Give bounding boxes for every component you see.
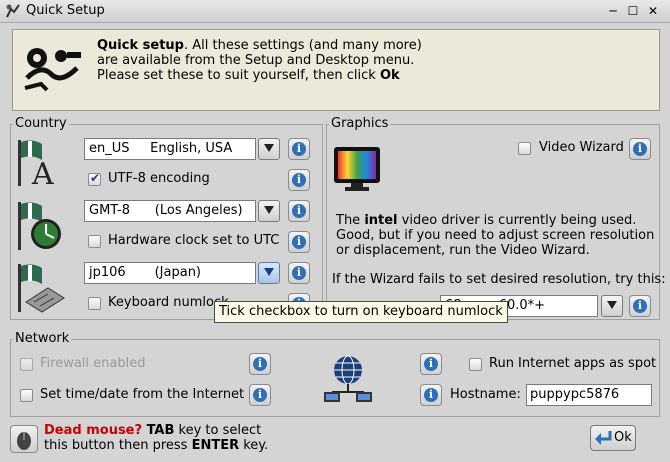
utf8-label: UTF-8 encoding bbox=[108, 171, 210, 186]
resolution-info-button[interactable]: i bbox=[629, 295, 651, 317]
video-wizard-label: Video Wizard bbox=[539, 140, 624, 155]
firewall-info-button[interactable]: i bbox=[249, 353, 271, 375]
hostname-input[interactable]: puppypc5876 bbox=[526, 384, 652, 406]
monitor-icon bbox=[333, 146, 381, 192]
minimize-button[interactable]: ─ bbox=[606, 4, 620, 18]
mouse-icon bbox=[17, 432, 31, 450]
window-title: Quick Setup bbox=[26, 3, 105, 18]
hwclock-info-button[interactable]: i bbox=[288, 231, 310, 253]
chevron-down-icon bbox=[264, 144, 274, 152]
locale-info-button[interactable]: i bbox=[288, 138, 310, 160]
video-wizard-info-button[interactable]: i bbox=[629, 138, 651, 160]
info-icon: i bbox=[424, 357, 438, 371]
dead-mouse-button[interactable] bbox=[10, 425, 38, 453]
locale-flag-icon: A bbox=[14, 138, 66, 192]
firewall-label: Firewall enabled bbox=[40, 356, 146, 371]
network-legend: Network bbox=[13, 331, 72, 346]
spot-info-button[interactable]: i bbox=[420, 353, 442, 375]
chevron-down-icon bbox=[607, 301, 617, 309]
numlock-label: Keyboard numlock bbox=[108, 295, 229, 310]
setup-tools-icon bbox=[21, 44, 85, 94]
chevron-down-icon bbox=[264, 268, 274, 276]
locale-dropdown-button[interactable] bbox=[258, 138, 280, 160]
info-icon: i bbox=[292, 173, 306, 187]
hostname-info-button[interactable]: i bbox=[420, 384, 442, 406]
numlock-checkbox[interactable] bbox=[88, 297, 101, 310]
info-icon: i bbox=[253, 357, 267, 371]
keyboard-icon bbox=[14, 262, 66, 314]
svg-text:A: A bbox=[31, 157, 54, 188]
spot-label: Run Internet apps as spot bbox=[489, 356, 657, 371]
timezone-select[interactable]: GMT-8 (Los Angeles) bbox=[84, 200, 256, 222]
utf8-info-button[interactable]: i bbox=[288, 169, 310, 191]
locale-select[interactable]: en_US English, USA bbox=[84, 138, 256, 160]
return-arrow-icon bbox=[595, 431, 612, 445]
ok-label: Ok bbox=[614, 430, 632, 445]
info-icon: i bbox=[292, 266, 306, 280]
hwclock-checkbox[interactable] bbox=[88, 235, 101, 248]
hostname-label: Hostname: bbox=[450, 387, 521, 402]
spot-checkbox[interactable] bbox=[469, 358, 482, 371]
firewall-checkbox[interactable] bbox=[20, 358, 33, 371]
graphics-legend: Graphics bbox=[329, 116, 391, 131]
video-wizard-checkbox[interactable] bbox=[518, 142, 531, 155]
timezone-info-button[interactable]: i bbox=[288, 200, 310, 222]
info-icon: i bbox=[292, 142, 306, 156]
keyboard-info-button[interactable]: i bbox=[288, 262, 310, 284]
resolution-fallback-text: If the Wizard fails to set desired resol… bbox=[332, 272, 666, 287]
ok-button[interactable]: Ok bbox=[590, 425, 636, 451]
utf8-checkbox[interactable] bbox=[88, 171, 101, 186]
intro-text: Quick setup. All these settings (and man… bbox=[97, 38, 422, 83]
network-globe-icon bbox=[322, 354, 374, 404]
info-icon: i bbox=[292, 204, 306, 218]
numlock-tooltip: Tick checkbox to turn on keyboard numloc… bbox=[214, 301, 508, 323]
chevron-down-icon bbox=[264, 206, 274, 214]
settime-checkbox[interactable] bbox=[20, 389, 33, 402]
dead-mouse-hint: Dead mouse? TAB key to select this butto… bbox=[44, 423, 269, 453]
hwclock-label: Hardware clock set to UTC bbox=[108, 233, 280, 248]
maximize-button[interactable]: ☐ bbox=[626, 4, 640, 18]
resolution-dropdown-button[interactable] bbox=[601, 295, 623, 317]
timezone-dropdown-button[interactable] bbox=[258, 200, 280, 222]
info-icon: i bbox=[253, 388, 267, 402]
close-button[interactable]: ✕ bbox=[646, 4, 660, 18]
app-icon bbox=[5, 3, 21, 19]
keyboard-dropdown-button[interactable] bbox=[258, 262, 280, 284]
keyboard-select[interactable]: jp106 (Japan) bbox=[84, 262, 256, 284]
info-icon: i bbox=[633, 299, 647, 313]
settime-label: Set time/date from the Internet bbox=[40, 387, 245, 402]
country-legend: Country bbox=[13, 116, 69, 131]
settime-info-button[interactable]: i bbox=[249, 384, 271, 406]
info-icon: i bbox=[424, 388, 438, 402]
timezone-clock-icon bbox=[14, 200, 66, 252]
intro-panel: Quick setup. All these settings (and man… bbox=[12, 29, 660, 111]
info-icon: i bbox=[292, 235, 306, 249]
driver-info-text: The intel video driver is currently bein… bbox=[336, 213, 655, 258]
info-icon: i bbox=[633, 142, 647, 156]
